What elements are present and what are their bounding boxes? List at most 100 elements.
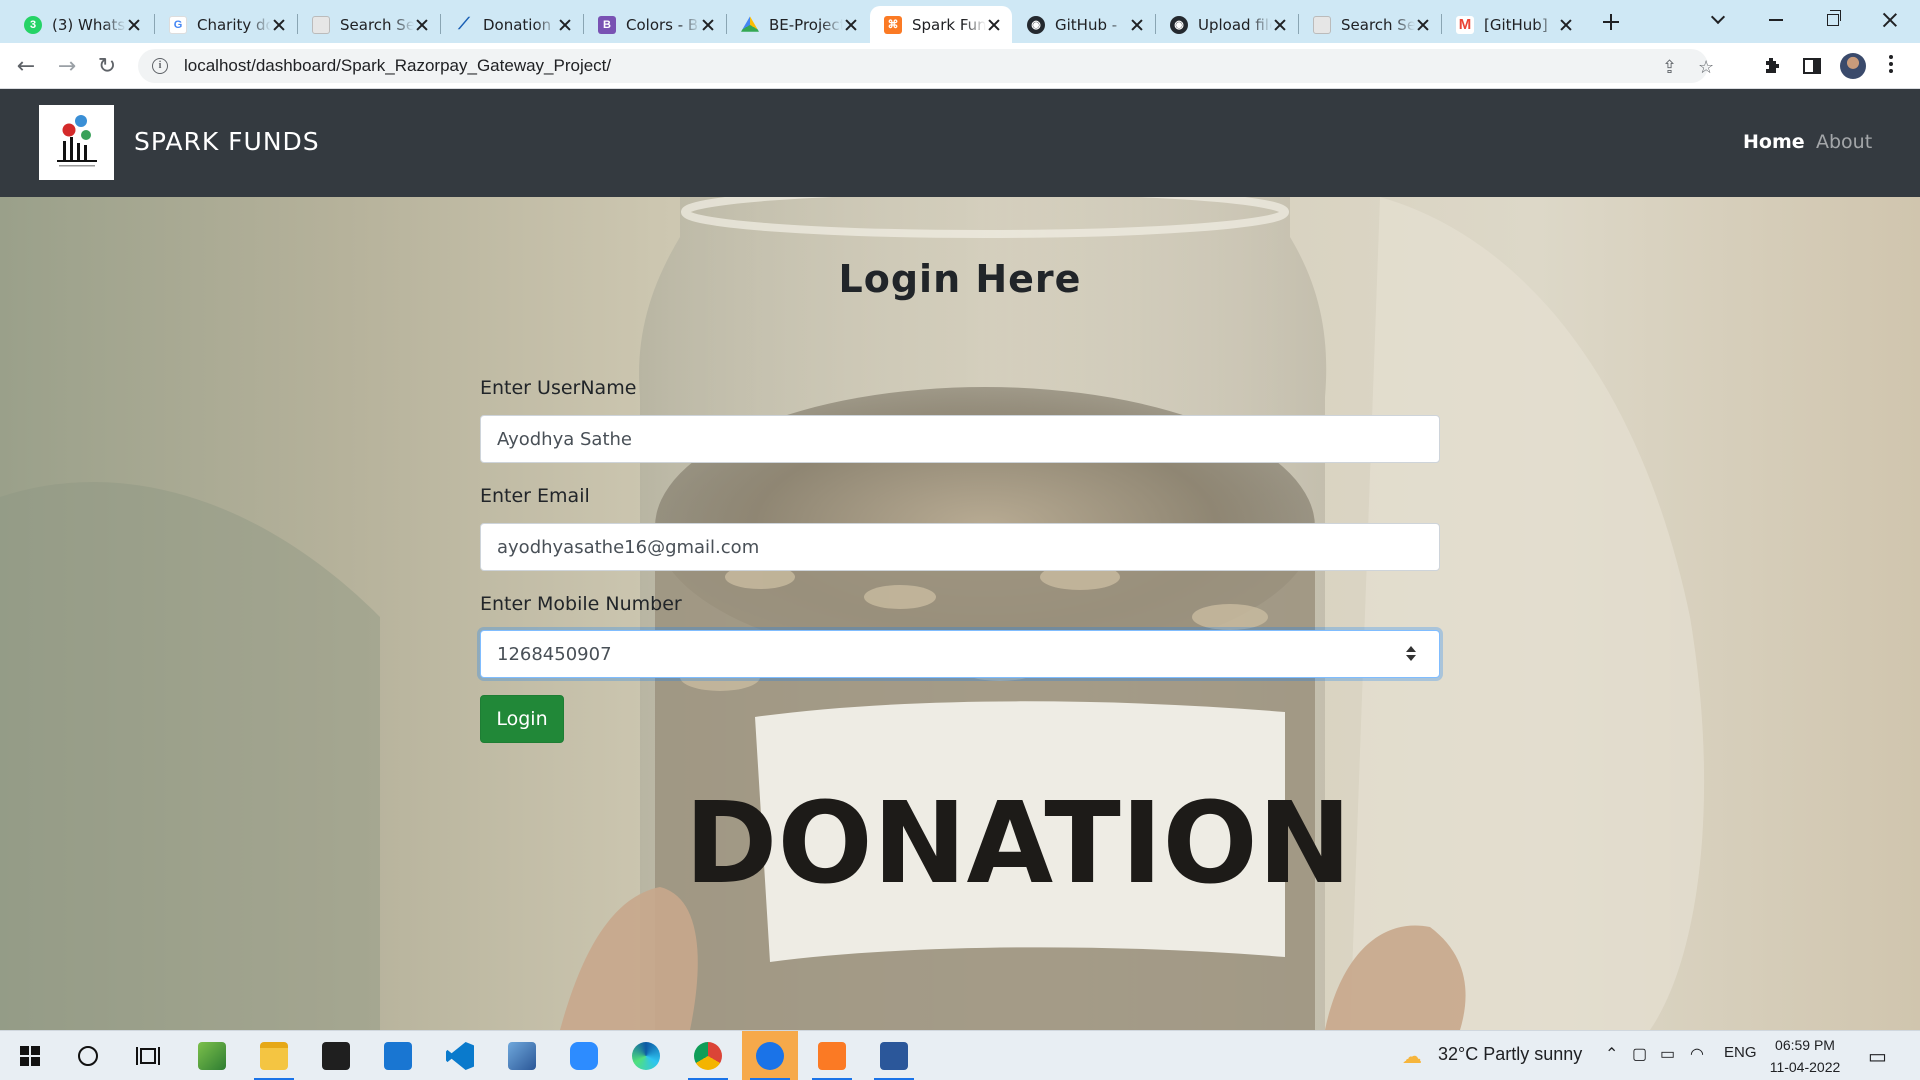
taskbar-app-edge[interactable] [618,1031,674,1080]
taskbar-app-zoom[interactable] [556,1031,612,1080]
close-tab-icon[interactable] [1272,17,1288,33]
start-button[interactable] [2,1031,58,1080]
share-icon[interactable]: ⇪ [1662,57,1677,78]
email-label: Enter Email [480,485,590,507]
xampp-icon [818,1042,846,1070]
hero-section: DONATION Login Here Enter UserName Enter… [0,197,1920,1030]
taskbar-app-photos[interactable] [184,1031,240,1080]
site-info-icon[interactable]: i [152,58,168,74]
taskbar-app-mail[interactable] [370,1031,426,1080]
bootstrap-icon: B [598,15,616,34]
tab-search-2[interactable]: Search Sessions [1299,6,1441,43]
windows-logo-icon [20,1046,40,1066]
address-bar[interactable]: i localhost/dashboard/Spark_Razorpay_Gat… [138,49,1714,83]
taskbar-app-chrome[interactable] [680,1031,736,1080]
clock-time: 06:59 PM [1775,1037,1835,1053]
taskbar-app-settings[interactable] [742,1031,798,1080]
close-tab-icon[interactable] [700,17,716,33]
tab-whatsapp[interactable]: 3 (3) WhatsApp [10,6,152,43]
close-tab-icon[interactable] [271,17,287,33]
close-tab-icon[interactable] [1558,17,1574,33]
close-tab-icon[interactable] [557,17,573,33]
taskbar-app-control-panel[interactable] [494,1031,550,1080]
close-tab-icon[interactable] [843,17,859,33]
close-tab-icon[interactable] [1129,17,1145,33]
browser-menu-icon[interactable] [1888,55,1894,77]
gmail-icon: M [1456,15,1474,34]
task-view-button[interactable] [120,1031,176,1080]
google-icon: G [169,15,187,34]
taskbar-app-file-explorer[interactable] [246,1031,302,1080]
github-icon: ◉ [1027,15,1045,34]
browser-tabstrip: 3 (3) WhatsApp G Charity donation Search… [0,0,1920,43]
tab-charity[interactable]: G Charity donation [155,6,297,43]
chrome-icon [694,1042,722,1070]
nav-about-link[interactable]: About [1816,131,1872,153]
forward-button[interactable]: → [51,50,83,82]
bookmark-star-icon[interactable]: ☆ [1698,57,1714,78]
tab-be-project[interactable]: BE-Project [727,6,869,43]
notification-center-icon[interactable]: ▭ [1868,1044,1887,1069]
drive-icon [741,16,759,32]
taskbar-app-word[interactable] [866,1031,922,1080]
tab-upload-files[interactable]: ◉ Upload files [1156,6,1298,43]
terminal-icon [322,1042,350,1070]
page-icon [1313,15,1331,34]
vscode-icon [446,1042,474,1070]
tab-title: GitHub - [1055,15,1118,34]
clock[interactable]: 06:59 PM 11-04-2022 [1760,1034,1850,1078]
meet-now-icon[interactable]: ▢ [1632,1044,1647,1064]
taskbar-app-terminal[interactable] [308,1031,364,1080]
spark-funds-logo[interactable] [39,105,114,180]
number-spinner-icon[interactable] [1404,643,1418,665]
folder-icon [260,1042,288,1070]
close-tab-icon[interactable] [986,17,1002,33]
whatsapp-icon: 3 [24,15,42,34]
back-button[interactable]: ← [10,50,42,82]
login-form: Login Here Enter UserName Enter Email En… [480,197,1440,1030]
language-indicator[interactable]: ENG [1724,1044,1757,1061]
chevron-up-icon[interactable]: ⌃ [1605,1044,1618,1064]
restore-button[interactable] [1805,0,1861,40]
zoom-icon [570,1042,598,1070]
username-input[interactable] [480,415,1440,463]
close-window-button[interactable] [1862,0,1918,40]
side-panel-icon[interactable] [1800,54,1824,78]
close-tab-icon[interactable] [1415,17,1431,33]
task-view-icon [136,1047,160,1065]
tab-search-1[interactable]: Search Sessions [298,6,440,43]
nav-home-link[interactable]: Home [1743,131,1805,153]
close-tab-icon[interactable] [414,17,430,33]
tab-spark-funds[interactable]: ⌘ Spark Funds [870,6,1012,43]
tab-search-button[interactable] [1690,0,1746,40]
tab-gmail[interactable]: M [GitHub] [1442,6,1584,43]
tab-donation[interactable]: ⟋ Donation [441,6,583,43]
username-label: Enter UserName [480,377,637,399]
battery-icon[interactable]: ▭ [1660,1044,1675,1064]
profile-avatar[interactable] [1840,53,1866,79]
login-button[interactable]: Login [480,695,564,743]
gear-icon [756,1042,784,1070]
tab-title: Donation [483,15,552,34]
new-tab-button[interactable] [1598,9,1624,35]
weather-text[interactable]: 32°C Partly sunny [1438,1044,1582,1065]
reload-icon: ↻ [97,53,117,79]
back-arrow-icon: ← [16,53,36,79]
weather-icon[interactable]: ☁ [1402,1044,1422,1069]
tab-github[interactable]: ◉ GitHub - [1013,6,1155,43]
taskbar-app-xampp[interactable] [804,1031,860,1080]
search-button[interactable] [60,1031,116,1080]
brand-name[interactable]: SPARK FUNDS [134,127,320,156]
mobile-number-input[interactable] [480,630,1440,678]
extensions-icon[interactable] [1760,54,1784,78]
feather-icon: ⟋ [458,15,470,33]
reload-button[interactable]: ↻ [91,50,123,82]
tab-colors-bootstrap[interactable]: B Colors - Bootstrap [584,6,726,43]
email-input[interactable] [480,523,1440,571]
wifi-icon[interactable]: ◠ [1690,1044,1704,1064]
minimize-button[interactable] [1748,0,1804,40]
minimize-icon [1769,19,1783,21]
form-title: Login Here [838,257,1082,301]
taskbar-app-vscode[interactable] [432,1031,488,1080]
close-tab-icon[interactable] [126,17,142,33]
